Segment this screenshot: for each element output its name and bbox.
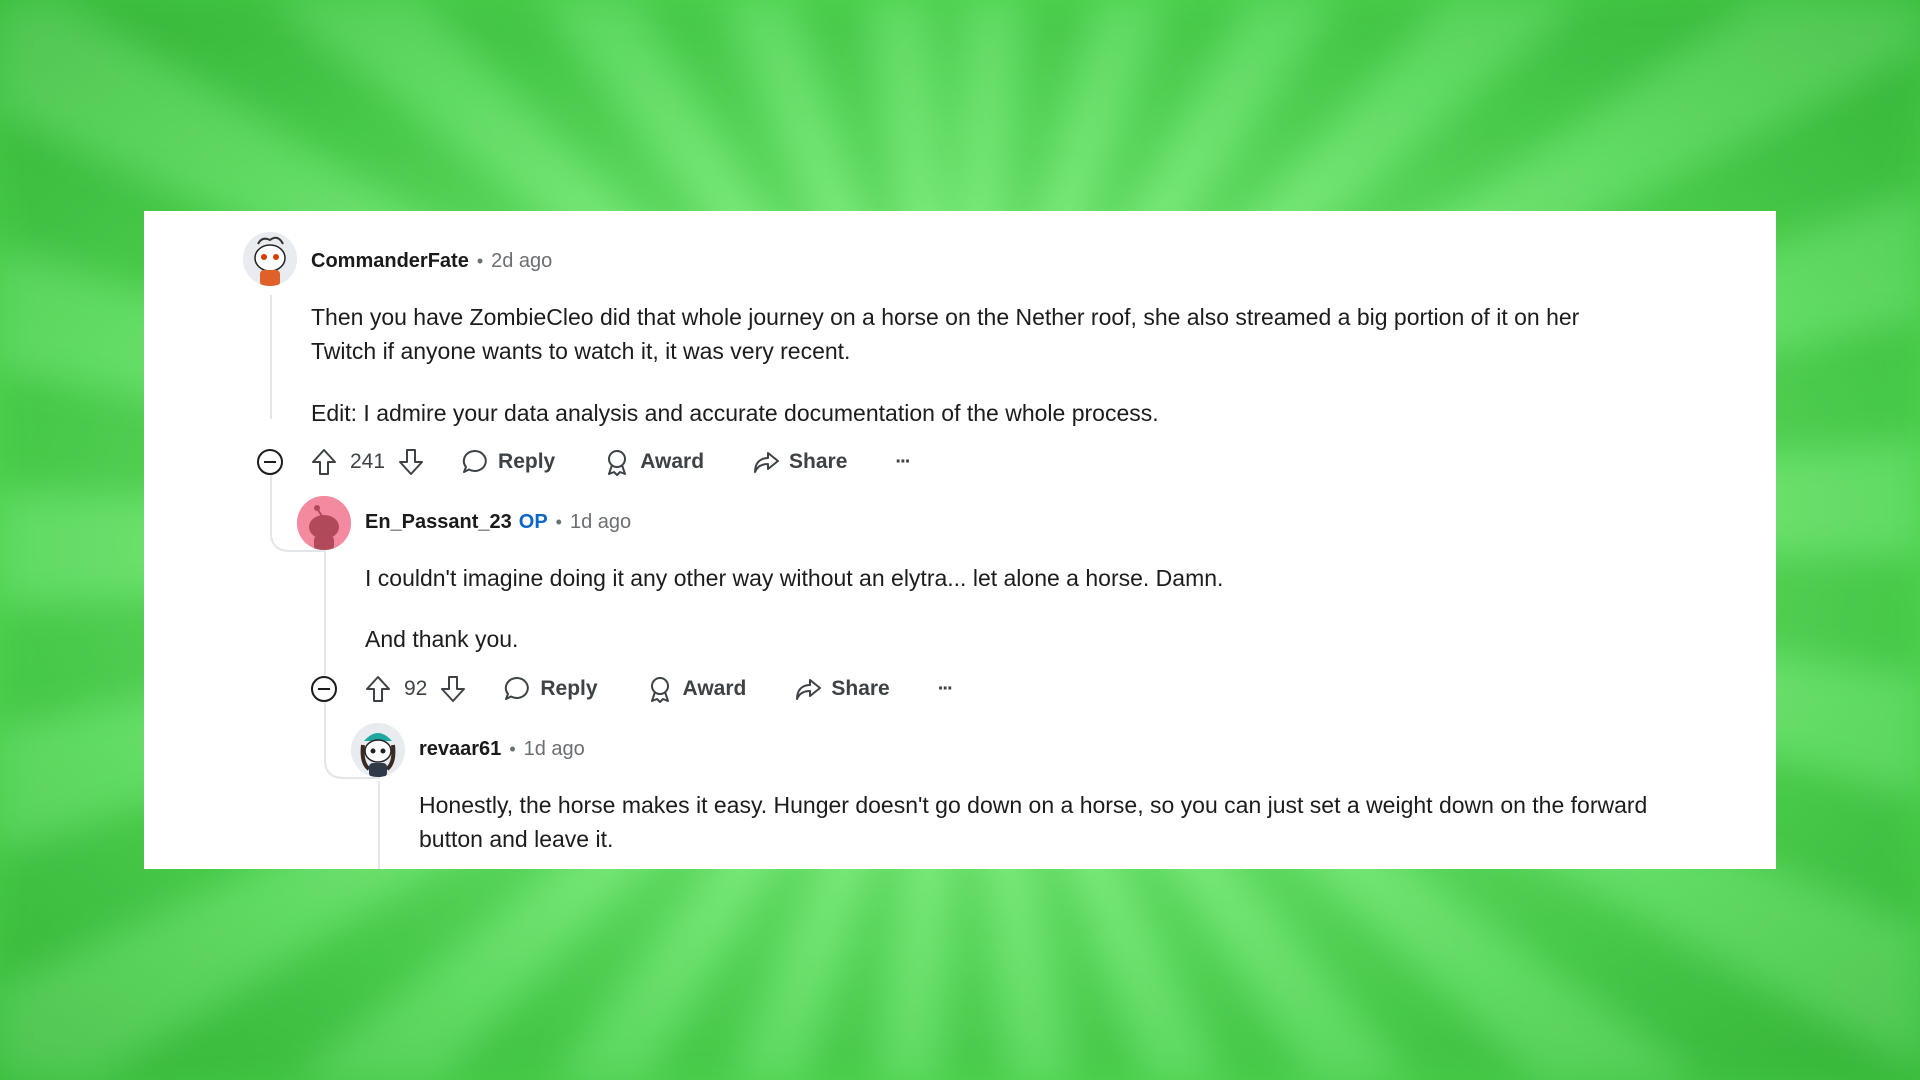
downvote-button[interactable] [397, 447, 425, 477]
award-icon [608, 450, 627, 476]
meta-separator: • [555, 511, 562, 532]
share-button[interactable]: Share [794, 675, 890, 703]
minus-circle-icon [257, 449, 283, 475]
award-icon [650, 677, 669, 703]
timestamp[interactable]: 2d ago [491, 250, 552, 273]
reply-button[interactable]: Reply [461, 448, 555, 476]
share-label: Share [831, 677, 890, 700]
downvote-arrow-icon [441, 676, 466, 702]
minus-circle-icon [311, 676, 337, 702]
comment-actions: 92 Reply Award Share ··· [364, 669, 954, 709]
award-button[interactable]: Award [603, 448, 704, 476]
comment-actions: 241 Reply Award Share ··· [310, 442, 911, 482]
comment-bubble-icon [505, 676, 530, 700]
more-options-button[interactable]: ··· [937, 677, 954, 701]
comment-body-paragraph: Honestly, the horse makes it easy. Hunge… [419, 792, 1648, 852]
vote-count: 241 [350, 450, 386, 473]
more-options-button[interactable]: ··· [895, 450, 911, 474]
collapse-thread-button[interactable] [256, 448, 284, 476]
comment-meta: En_Passant_23 OP • 1d ago [365, 507, 631, 537]
snoo-avatar-icon [243, 232, 297, 286]
downvote-button[interactable] [439, 674, 467, 704]
share-label: Share [789, 450, 848, 473]
meta-separator: • [476, 250, 484, 271]
collapse-thread-button[interactable] [310, 675, 338, 703]
avatar[interactable] [297, 496, 351, 550]
upvote-button[interactable] [364, 674, 392, 704]
upvote-arrow-icon [312, 449, 336, 475]
meta-separator: • [509, 738, 516, 759]
timestamp[interactable]: 1d ago [570, 511, 631, 534]
upvote-button[interactable] [310, 447, 338, 477]
comment-body-paragraph: And thank you. [365, 626, 519, 652]
author-name[interactable]: revaar61 [419, 738, 501, 761]
more-dots-icon: ··· [937, 677, 954, 700]
share-arrow-icon [754, 452, 780, 473]
avatar[interactable] [351, 723, 405, 777]
comment-body-paragraph: I couldn't imagine doing it any other wa… [365, 565, 1224, 591]
snoo-avatar-icon [297, 496, 351, 550]
vote-count: 92 [404, 677, 428, 700]
more-dots-icon: ··· [895, 450, 911, 473]
op-badge: OP [518, 510, 548, 533]
award-label: Award [682, 677, 747, 700]
author-name[interactable]: CommanderFate [311, 250, 469, 273]
thread-line-3 [378, 781, 380, 869]
reply-button[interactable]: Reply [503, 675, 598, 703]
comment-body-paragraph: Then you have ZombieCleo did that whole … [311, 304, 1580, 364]
comment-thread-panel: CommanderFate • 2d ago Then you have Zom… [144, 211, 1776, 869]
downvote-arrow-icon [399, 449, 424, 475]
upvote-arrow-icon [366, 676, 390, 702]
share-arrow-icon [796, 679, 822, 700]
reply-label: Reply [540, 677, 598, 700]
comment-bubble-icon [462, 449, 487, 473]
author-name[interactable]: En_Passant_23 [365, 511, 512, 534]
reply-label: Reply [498, 450, 556, 473]
award-label: Award [640, 450, 705, 473]
thread-line-2 [324, 551, 326, 675]
comment-body-paragraph: Edit: I admire your data analysis and ac… [311, 400, 1159, 426]
award-button[interactable]: Award [646, 675, 747, 703]
comment-meta: CommanderFate • 2d ago [311, 246, 552, 276]
avatar[interactable] [243, 232, 297, 286]
snoo-avatar-icon [351, 723, 405, 777]
thread-line-1 [270, 295, 272, 419]
share-button[interactable]: Share [752, 448, 847, 476]
timestamp[interactable]: 1d ago [524, 738, 585, 761]
comment-meta: revaar61 • 1d ago [419, 734, 585, 764]
